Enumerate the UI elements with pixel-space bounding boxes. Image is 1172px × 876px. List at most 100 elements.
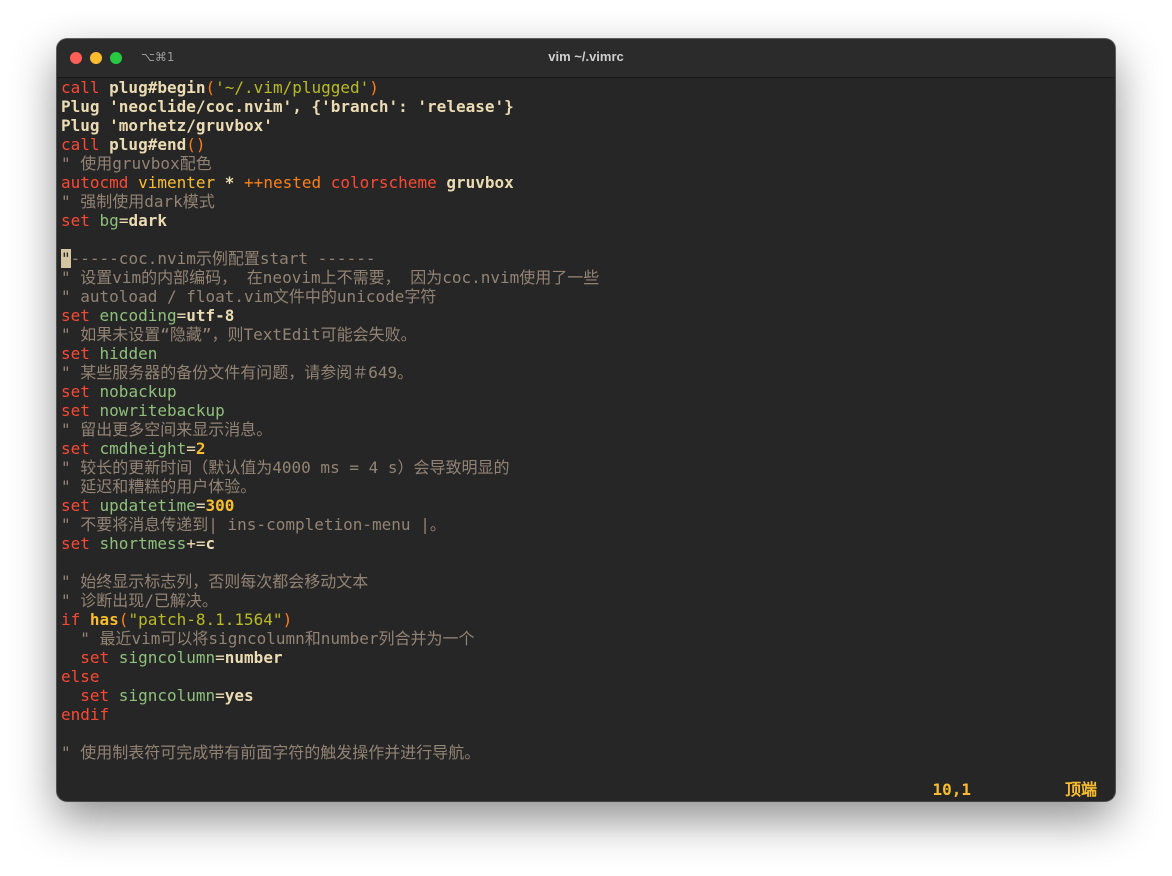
operator: = bbox=[186, 439, 196, 458]
option-name: shortmess bbox=[89, 534, 187, 553]
event: vimenter bbox=[128, 173, 216, 192]
vim-editor[interactable]: call plug#begin('~/.vim/plugged') Plug '… bbox=[61, 78, 1111, 801]
option-value: utf-8 bbox=[186, 306, 235, 325]
keyword: set bbox=[61, 211, 90, 230]
comment-text: -----coc.nvim示例配置start ------ bbox=[70, 249, 376, 268]
code-line: autocmd vimenter * ++nested colorscheme … bbox=[61, 173, 1111, 192]
keyword: colorscheme bbox=[321, 173, 437, 192]
operator: += bbox=[186, 534, 206, 553]
keyword: call bbox=[61, 135, 100, 154]
option: ++nested bbox=[244, 173, 322, 192]
paren: ( bbox=[118, 610, 129, 629]
comment-line: " 使用制表符可完成带有前面字符的触发操作并进行导航。 bbox=[61, 743, 481, 762]
option-value: number bbox=[224, 648, 283, 667]
option-name: nobackup bbox=[89, 382, 177, 401]
option-value: dark bbox=[128, 211, 167, 230]
code-line: call plug#end() bbox=[61, 135, 1111, 154]
keyword: set bbox=[61, 344, 90, 363]
code-line: set encoding=utf-8 bbox=[61, 306, 1111, 325]
keyword: set bbox=[61, 382, 90, 401]
code-line: set nobackup bbox=[61, 382, 1111, 401]
keyword: set bbox=[61, 439, 90, 458]
paren: () bbox=[186, 135, 206, 154]
comment-line: " 较长的更新时间（默认值为4000 ms = 4 s）会导致明显的 bbox=[61, 458, 510, 477]
code-line: set nowritebackup bbox=[61, 401, 1111, 420]
comment-line: " 最近vim可以将signcolumn和number列合并为一个 bbox=[61, 629, 475, 648]
comment-line: " 强制使用dark模式 bbox=[61, 192, 215, 211]
vim-status-line: 10,1 顶端 bbox=[61, 779, 1111, 801]
paren: ) bbox=[282, 610, 293, 629]
option-name: updatetime bbox=[89, 496, 196, 515]
function: has bbox=[80, 610, 119, 629]
paren: ) bbox=[369, 78, 379, 97]
code-line: call plug#begin('~/.vim/plugged') bbox=[61, 78, 1111, 97]
option-name: signcolumn bbox=[109, 686, 216, 705]
plain-text: * bbox=[215, 173, 245, 192]
keyword: set bbox=[61, 306, 90, 325]
comment-line: " 诊断出现/已解决。 bbox=[61, 591, 218, 610]
comment-line: " 设置vim的内部编码， 在neovim上不需要， 因为coc.nvim使用了… bbox=[61, 268, 600, 287]
terminal-window: ⌥⌘1 vim ~/.vimrc call plug#begin('~/.vim… bbox=[57, 39, 1115, 801]
empty-line bbox=[61, 553, 1111, 572]
text-cursor: " bbox=[61, 249, 71, 268]
operator: = bbox=[118, 211, 129, 230]
paren: ( bbox=[205, 78, 216, 97]
comment-line: " autoload / float.vim文件中的unicode字符 bbox=[61, 287, 437, 306]
keyword: set bbox=[61, 534, 90, 553]
function: plug#end bbox=[99, 135, 187, 154]
keyword: set bbox=[61, 401, 90, 420]
code-line: Plug 'morhetz/gruvbox' bbox=[61, 116, 1111, 135]
code-line: set signcolumn=yes bbox=[61, 686, 1111, 705]
plain-text: Plug 'neoclide/coc.nvim', {'branch': 're… bbox=[61, 97, 514, 116]
string: "patch-8.1.1564" bbox=[128, 610, 283, 629]
comment-line: " 始终显示标志列，否则每次都会移动文本 bbox=[61, 572, 369, 591]
operator: = bbox=[215, 648, 225, 667]
keyword: call bbox=[61, 78, 100, 97]
code-line: set bg=dark bbox=[61, 211, 1111, 230]
option-value: yes bbox=[224, 686, 254, 705]
window-title: vim ~/.vimrc bbox=[548, 49, 624, 64]
keyword: set bbox=[61, 648, 110, 667]
comment-line: " 留出更多空间来显示消息。 bbox=[61, 420, 273, 439]
keyword: set bbox=[61, 496, 90, 515]
plain-text: Plug 'morhetz/gruvbox' bbox=[61, 116, 273, 135]
comment-line: "-----coc.nvim示例配置start ------ bbox=[61, 249, 1111, 268]
comment-line: " 使用gruvbox配色 bbox=[61, 154, 212, 173]
empty-line bbox=[61, 724, 1111, 743]
code-line: if has("patch-8.1.1564") bbox=[61, 610, 1111, 629]
plain-text: gruvbox bbox=[436, 173, 514, 192]
code-line: set hidden bbox=[61, 344, 1111, 363]
code-line: set updatetime=300 bbox=[61, 496, 1111, 515]
comment-line: " 某些服务器的备份文件有问题，请参阅＃649。 bbox=[61, 363, 414, 382]
comment-line: " 不要将消息传递到| ins-completion-menu |。 bbox=[61, 515, 446, 534]
option-name: encoding bbox=[89, 306, 177, 325]
code-line: Plug 'neoclide/coc.nvim', {'branch': 're… bbox=[61, 97, 1111, 116]
string: '~/.vim/plugged' bbox=[215, 78, 370, 97]
operator: = bbox=[215, 686, 225, 705]
keyword: set bbox=[61, 686, 110, 705]
cursor-position: 10,1 bbox=[932, 780, 971, 799]
keyword-line: else bbox=[61, 667, 100, 686]
option-value: 2 bbox=[195, 439, 206, 458]
operator: = bbox=[195, 496, 206, 515]
comment-line: " 如果未设置“隐藏”，则TextEdit可能会失败。 bbox=[61, 325, 417, 344]
option-name: cmdheight bbox=[89, 439, 187, 458]
code-line: set cmdheight=2 bbox=[61, 439, 1111, 458]
keyword-line: endif bbox=[61, 705, 110, 724]
empty-line bbox=[61, 230, 1111, 249]
option-name: bg bbox=[89, 211, 119, 230]
keyword: if bbox=[61, 610, 81, 629]
option-name: nowritebackup bbox=[89, 401, 225, 420]
title-bar: ⌥⌘1 vim ~/.vimrc bbox=[57, 39, 1115, 78]
keyword: autocmd bbox=[61, 173, 129, 192]
option-value: 300 bbox=[205, 496, 235, 515]
comment-line: " 延迟和糟糕的用户体验。 bbox=[61, 477, 257, 496]
option-name: signcolumn bbox=[109, 648, 216, 667]
scroll-indicator: 顶端 bbox=[1064, 780, 1097, 799]
code-line: set signcolumn=number bbox=[61, 648, 1111, 667]
function: plug#begin bbox=[99, 78, 206, 97]
code-line: set shortmess+=c bbox=[61, 534, 1111, 553]
option-name: hidden bbox=[89, 344, 158, 363]
operator: = bbox=[176, 306, 187, 325]
option-value: c bbox=[205, 534, 216, 553]
